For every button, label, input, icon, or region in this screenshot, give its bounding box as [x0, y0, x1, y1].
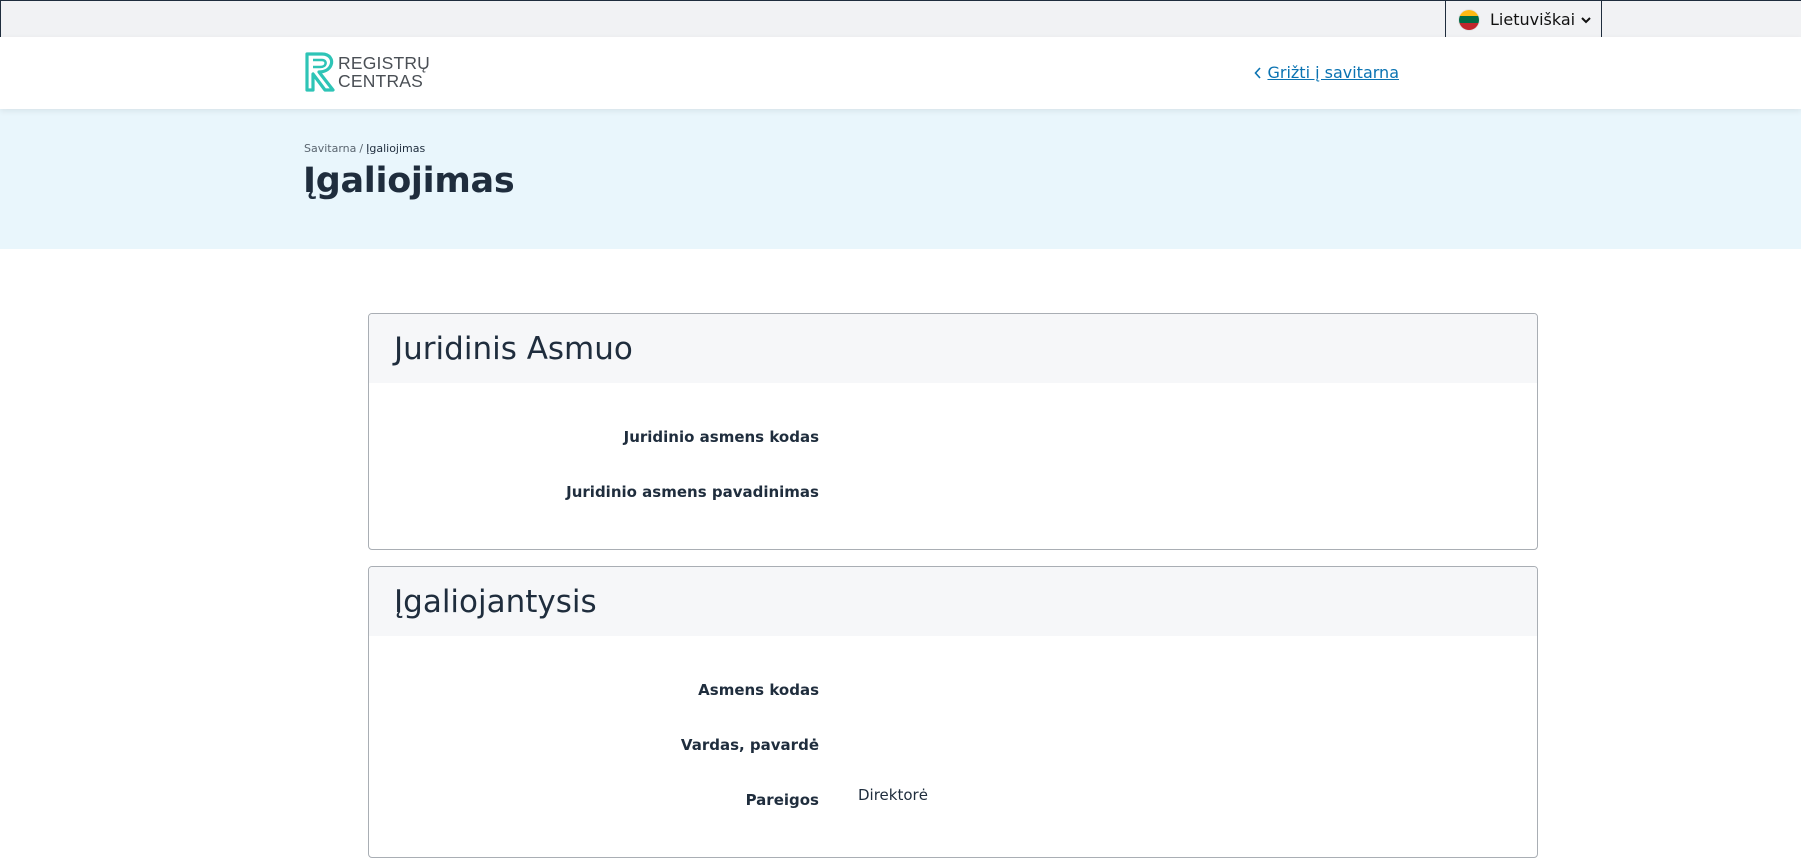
- page-title: Įgaliojimas: [303, 161, 515, 201]
- logo-line-1: REGISTRŲ: [338, 53, 431, 73]
- breadcrumb-current: Įgaliojimas: [366, 142, 426, 155]
- grantor-section: Įgaliojantysis Asmens kodas Vardas, pava…: [368, 566, 1538, 858]
- field-label: Pareigos: [745, 791, 819, 809]
- field-row-personal-code: Asmens kodas: [369, 681, 1537, 736]
- page-hero: Savitarna / Įgaliojimas Įgaliojimas: [0, 109, 1801, 249]
- section-header: Juridinis Asmuo: [369, 314, 1537, 383]
- legal-entity-section: Juridinis Asmuo Juridinio asmens kodas J…: [368, 313, 1538, 550]
- field-label: Juridinio asmens pavadinimas: [566, 483, 819, 501]
- breadcrumb-root[interactable]: Savitarna: [304, 142, 356, 155]
- field-row-legal-entity-name: Juridinio asmens pavadinimas: [369, 483, 1537, 538]
- field-row-full-name: Vardas, pavardė: [369, 736, 1537, 791]
- registru-centras-logo[interactable]: REGISTRŲ CENTRAS: [304, 52, 430, 92]
- field-row-legal-entity-code: Juridinio asmens kodas: [369, 428, 1537, 483]
- language-selector[interactable]: Lietuviškai: [1445, 1, 1602, 38]
- lithuania-flag-icon: [1459, 9, 1479, 30]
- field-label: Juridinio asmens kodas: [623, 428, 819, 446]
- chevron-left-icon: [1254, 66, 1262, 79]
- top-bar: Lietuviškai: [0, 0, 1801, 38]
- field-value: Direktorė: [858, 786, 928, 804]
- section-title: Įgaliojantysis: [394, 583, 597, 620]
- logo-mark-icon: [305, 52, 335, 92]
- breadcrumb: Savitarna / Įgaliojimas: [304, 142, 425, 155]
- field-label: Asmens kodas: [698, 681, 819, 699]
- breadcrumb-separator: /: [359, 142, 364, 155]
- logo-text: REGISTRŲ CENTRAS: [338, 54, 430, 90]
- back-link-label: Grižti į savitarna: [1267, 63, 1399, 82]
- section-title: Juridinis Asmuo: [394, 330, 633, 367]
- language-label: Lietuviškai: [1490, 10, 1576, 29]
- site-header: REGISTRŲ CENTRAS Grižti į savitarna: [0, 37, 1801, 109]
- field-label: Vardas, pavardė: [680, 736, 819, 754]
- field-row-position: Pareigos Direktorė: [369, 786, 1537, 846]
- chevron-down-icon: [1581, 16, 1591, 24]
- back-to-selfservice-link[interactable]: Grižti į savitarna: [1254, 63, 1399, 82]
- section-header: Įgaliojantysis: [369, 567, 1537, 636]
- logo-line-2: CENTRAS: [338, 71, 424, 91]
